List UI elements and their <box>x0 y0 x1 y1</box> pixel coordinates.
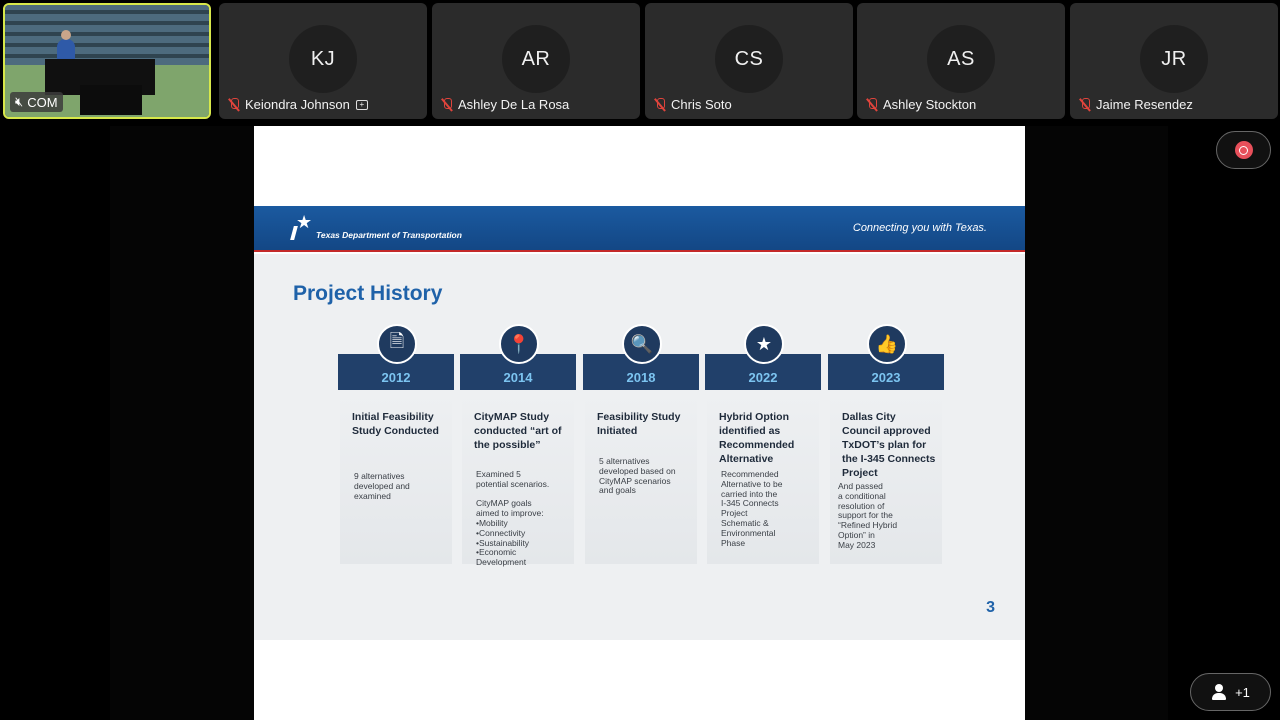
speaker-muted-icon: 🔇︎ <box>15 94 24 109</box>
card-headline: Initial Feasibility Study Conducted <box>352 411 439 437</box>
avatar: CS <box>715 25 783 93</box>
presentation-slide: Texas Department of Transportation Conne… <box>254 126 1025 720</box>
card-detail: 9 alternatives developed and examined <box>354 471 410 501</box>
star-icon: ★ <box>744 324 784 364</box>
participant-tile[interactable]: CS Chris Soto <box>645 3 853 119</box>
record-icon <box>1234 141 1253 159</box>
avatar: AR <box>502 25 570 93</box>
card-detail: Recommended Alternative to be carried in… <box>721 469 783 548</box>
avatar: AS <box>927 25 995 93</box>
tagline: Connecting you with Texas. <box>852 222 987 234</box>
participant-name: Ashley De La Rosa <box>458 97 570 112</box>
video-name-badge: 🔇︎ COM <box>10 92 63 112</box>
map-search-icon: 🔍 <box>622 324 662 364</box>
participants-extra-count: +1 <box>1235 684 1250 700</box>
podium <box>80 85 142 115</box>
participant-tile[interactable]: JR Jaime Resendez <box>1070 3 1278 119</box>
mic-off-icon <box>867 97 877 112</box>
slide-body: Project History 🗎 2012 Initial Feasibili… <box>254 254 1025 640</box>
timeline-card: ★ 2022 Hybrid Option identified as Recom… <box>705 324 821 564</box>
txdot-star-icon <box>290 212 312 242</box>
participant-name-row: Jaime Resendez <box>1080 97 1193 112</box>
card-detail: And passed a conditional resolution of s… <box>838 481 898 550</box>
mic-off-icon <box>655 97 665 112</box>
mic-off-icon <box>442 97 452 112</box>
document-search-icon: 🗎 <box>377 324 417 364</box>
timeline-card: 🔍 2018 Feasibility Study Initiated 5 alt… <box>583 324 699 564</box>
auditorium-seats <box>5 5 209 65</box>
participant-name-row: Ashley Stockton <box>867 97 976 112</box>
slide-page-number: 3 <box>986 599 995 616</box>
card-detail: 5 alternatives developed based on CityMA… <box>599 456 676 496</box>
mic-off-icon <box>1080 97 1090 112</box>
slide-banner: Texas Department of Transportation Conne… <box>254 206 1025 252</box>
participant-tile[interactable]: AR Ashley De La Rosa <box>432 3 640 119</box>
slide-title: Project History <box>293 282 443 305</box>
people-icon <box>1211 684 1229 700</box>
participant-name-row: Chris Soto <box>655 97 732 112</box>
participants-button[interactable]: +1 <box>1190 673 1271 711</box>
participant-name-row: Ashley De La Rosa <box>442 97 569 112</box>
card-headline: Feasibility Study Initiated <box>597 411 681 437</box>
participant-strip: 🔇︎ COM KJ Keiondra Johnson + AR Ashley D… <box>0 0 1280 122</box>
card-detail: Examined 5 potential scenarios. CityMAP … <box>476 469 550 568</box>
participant-tile[interactable]: AS Ashley Stockton <box>857 3 1065 119</box>
record-button[interactable] <box>1216 131 1271 169</box>
thumbs-up-icon: 👍 <box>867 324 907 364</box>
participant-name: Keiondra Johnson <box>245 97 350 112</box>
participant-tile[interactable]: KJ Keiondra Johnson + <box>219 3 427 119</box>
mic-off-icon <box>229 97 239 112</box>
video-label: COM <box>27 94 58 110</box>
org-name: Texas Department of Transportation <box>316 230 462 240</box>
participant-name: Ashley Stockton <box>883 97 977 112</box>
map-pin-icon: 📍 <box>499 324 539 364</box>
participant-name: Jaime Resendez <box>1096 97 1193 112</box>
avatar: KJ <box>289 25 357 93</box>
timeline-card: 🗎 2012 Initial Feasibility Study Conduct… <box>338 324 454 564</box>
timeline-card: 📍 2014 CityMAP Study conducted “art of t… <box>460 324 576 567</box>
txdot-logo: Texas Department of Transportation <box>290 212 462 242</box>
participant-name-row: Keiondra Johnson + <box>229 97 368 112</box>
avatar: JR <box>1140 25 1208 93</box>
card-headline: CityMAP Study conducted “art of the poss… <box>474 411 562 451</box>
pin-icon[interactable]: + <box>355 99 368 110</box>
timeline-card: 👍 2023 Dallas City Council approved TxDO… <box>828 324 944 564</box>
card-headline: Hybrid Option identified as Recommended … <box>719 411 795 465</box>
card-headline: Dallas City Council approved TxDOT’s pla… <box>842 411 936 479</box>
participant-name: Chris Soto <box>671 97 732 112</box>
participant-video-tile[interactable]: 🔇︎ COM <box>3 3 211 119</box>
